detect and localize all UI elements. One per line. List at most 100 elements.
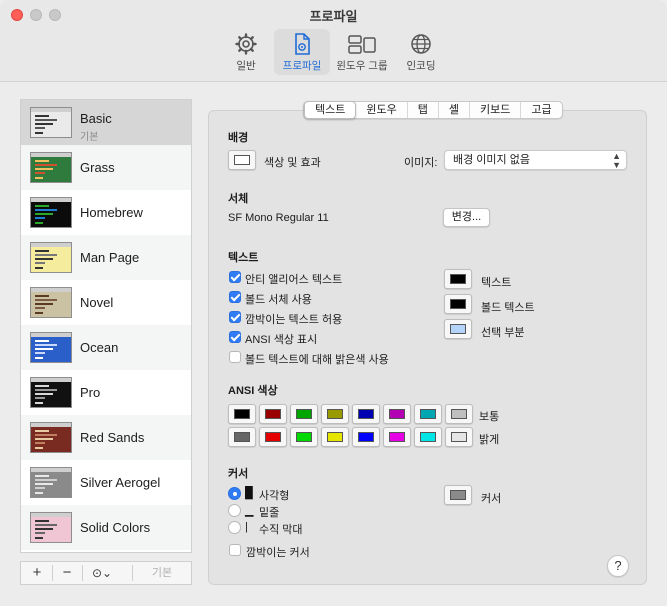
profile-default-subtitle: 기본	[80, 132, 99, 143]
toolbar-encodings[interactable]: 인코딩	[393, 29, 449, 75]
cursor-style-radio[interactable]	[228, 487, 241, 500]
profile-thumbnail	[30, 197, 72, 228]
text-color-well[interactable]	[444, 269, 472, 289]
text-color-swatch	[450, 274, 466, 284]
remove-profile-button[interactable]: −	[53, 562, 81, 584]
tab-4[interactable]: 키보드	[470, 102, 522, 118]
ansi-bright-color-well[interactable]	[414, 427, 442, 447]
profile-actions-menu-button[interactable]: ⊙⌄	[85, 562, 119, 584]
toolbar-general[interactable]: 일반	[218, 29, 274, 75]
ansi-color-swatch	[451, 432, 467, 442]
tab-5[interactable]: 고급	[521, 102, 561, 118]
cursor-style-glyph: |	[245, 521, 248, 533]
text-color-label: 텍스트	[481, 277, 512, 289]
profile-item[interactable]: Red Sands	[21, 415, 191, 460]
font-section-title: 서체	[228, 193, 249, 205]
profile-thumbnail	[30, 377, 72, 408]
ansi-color-swatch	[296, 409, 312, 419]
profile-list-footer: + − ⊙⌄ 기본	[20, 561, 192, 585]
profile-item[interactable]: Homebrew	[21, 190, 191, 235]
ansi-bright-color-well[interactable]	[445, 427, 473, 447]
tab-3[interactable]: 셸	[439, 102, 470, 118]
select-arrows-icon: ▲ ▼	[612, 151, 621, 170]
globe-icon	[411, 34, 431, 54]
ansi-normal-color-well[interactable]	[383, 404, 411, 424]
blink-cursor-checkbox[interactable]	[229, 544, 241, 556]
text-color-swatch	[450, 324, 466, 334]
profile-item[interactable]: Grass	[21, 145, 191, 190]
text-color-well[interactable]	[444, 319, 472, 339]
ansi-normal-color-well[interactable]	[445, 404, 473, 424]
profile-thumbnail	[30, 422, 72, 453]
ansi-section-title: ANSI 색상	[228, 385, 278, 397]
toolbar-window-groups-label: 윈도우 그룹	[336, 60, 388, 72]
background-image-select[interactable]: 배경 이미지 없음 ▲ ▼	[444, 150, 627, 170]
ansi-normal-color-well[interactable]	[259, 404, 287, 424]
text-option-checkbox[interactable]	[229, 271, 241, 283]
text-option-checkbox[interactable]	[229, 351, 241, 363]
add-profile-button[interactable]: +	[23, 562, 51, 584]
toolbar-profiles[interactable]: 프로파일	[274, 29, 330, 75]
preferences-window: 프로파일 일반 프로파일 윈도우 그룹 인코딩 Basic 기본 Grass H…	[0, 0, 667, 606]
change-font-button[interactable]: 변경...	[443, 208, 490, 227]
text-option-label: 깜박이는 텍스트 허용	[245, 314, 343, 326]
profile-item[interactable]: Basic 기본	[21, 100, 191, 145]
profile-item[interactable]: Pro	[21, 370, 191, 415]
text-option-label: ANSI 색상 표시	[245, 334, 318, 346]
ansi-normal-color-well[interactable]	[290, 404, 318, 424]
cursor-style-radio[interactable]	[228, 521, 241, 534]
text-color-well[interactable]	[444, 294, 472, 314]
text-option-checkbox[interactable]	[229, 311, 241, 323]
profile-name: Homebrew	[80, 205, 143, 220]
ansi-bright-label: 밝게	[479, 434, 500, 446]
cursor-style-label: 수직 막대	[259, 524, 303, 536]
profile-thumbnail	[30, 287, 72, 318]
ansi-bright-color-well[interactable]	[352, 427, 380, 447]
ansi-normal-color-well[interactable]	[414, 404, 442, 424]
text-option-checkbox[interactable]	[229, 291, 241, 303]
profile-item[interactable]: Ocean	[21, 325, 191, 370]
text-option-label: 볼드 텍스트에 대해 밝은색 사용	[245, 354, 389, 366]
ansi-normal-color-well[interactable]	[228, 404, 256, 424]
background-image-value: 배경 이미지 없음	[453, 154, 530, 166]
background-color-well[interactable]	[228, 150, 256, 170]
profile-item[interactable]: Solid Colors	[21, 505, 191, 550]
ansi-bright-color-well[interactable]	[259, 427, 287, 447]
profile-item[interactable]: Man Page	[21, 235, 191, 280]
profile-name: Ocean	[80, 340, 119, 355]
ansi-color-swatch	[327, 432, 343, 442]
cursor-style-radio[interactable]	[228, 504, 241, 517]
text-option-checkbox[interactable]	[229, 331, 241, 343]
toolbar-profiles-label: 프로파일	[282, 60, 322, 72]
ansi-normal-color-well[interactable]	[321, 404, 349, 424]
ansi-color-swatch	[451, 409, 467, 419]
color-effects-label: 색상 및 효과	[264, 157, 321, 169]
tab-1[interactable]: 윈도우	[356, 102, 408, 118]
blink-cursor-label: 깜박이는 커서	[246, 547, 310, 559]
gear-icon	[235, 33, 257, 55]
toolbar-window-groups[interactable]: 윈도우 그룹	[334, 29, 390, 75]
cursor-style-label: 사각형	[259, 490, 290, 502]
ansi-color-swatch	[296, 432, 312, 442]
set-default-button[interactable]: 기본	[133, 562, 191, 584]
tab-0[interactable]: 텍스트	[304, 101, 357, 119]
ansi-normal-color-well[interactable]	[352, 404, 380, 424]
ansi-bright-color-well[interactable]	[321, 427, 349, 447]
tab-2[interactable]: 탭	[408, 102, 439, 118]
profile-item[interactable]: Novel	[21, 280, 191, 325]
help-button[interactable]: ?	[607, 555, 629, 577]
profile-item[interactable]: Silver Aerogel	[21, 460, 191, 505]
cursor-color-well[interactable]	[444, 485, 472, 505]
ansi-bright-color-well[interactable]	[228, 427, 256, 447]
profile-name: Novel	[80, 295, 114, 310]
ansi-bright-color-well[interactable]	[383, 427, 411, 447]
ansi-bright-color-well[interactable]	[290, 427, 318, 447]
profile-name: Basic	[80, 111, 112, 126]
cursor-color-label: 커서	[481, 493, 502, 505]
cursor-color-swatch	[450, 490, 466, 500]
text-color-label: 볼드 텍스트	[481, 302, 535, 314]
ansi-color-swatch	[420, 409, 436, 419]
profile-name: Red Sands	[80, 430, 145, 445]
profile-name: Man Page	[80, 250, 140, 265]
ansi-color-swatch	[234, 409, 250, 419]
